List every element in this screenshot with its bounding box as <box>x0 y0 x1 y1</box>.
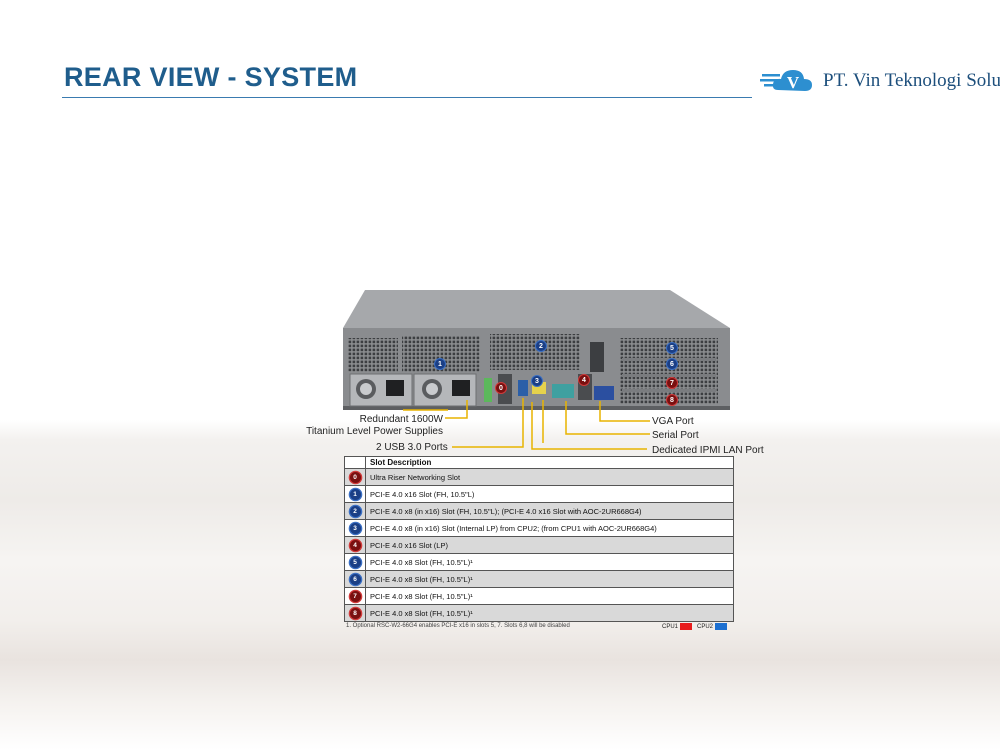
slot-number-badge: 5 <box>349 556 361 568</box>
slot-description: PCI-E 4.0 x16 Slot (FH, 10.5"L) <box>365 485 734 503</box>
slot-badge-1: 1 <box>434 358 446 370</box>
table-row: 4 PCI-E 4.0 x16 Slot (LP) <box>344 536 734 554</box>
slot-badge-7: 7 <box>666 377 678 389</box>
slot-badge-8: 8 <box>666 394 678 406</box>
slot-badge-5: 5 <box>666 342 678 354</box>
company-name: PT. Vin Teknologi Solusi <box>823 70 1000 91</box>
ipmi-label: Dedicated IPMI LAN Port <box>652 445 764 456</box>
table-row: 5 PCI-E 4.0 x8 Slot (FH, 10.5"L)¹ <box>344 553 734 571</box>
slot-description: PCI-E 4.0 x8 (in x16) Slot (FH, 10.5"L);… <box>365 502 734 520</box>
legend-cpu2-label: CPU2 <box>697 624 714 631</box>
table-row: 1 PCI-E 4.0 x16 Slot (FH, 10.5"L) <box>344 485 734 503</box>
table-row: 3 PCI-E 4.0 x8 (in x16) Slot (Internal L… <box>344 519 734 537</box>
slot-number-badge: 1 <box>349 488 361 500</box>
table-row: 6 PCI-E 4.0 x8 Slot (FH, 10.5"L)¹ <box>344 570 734 588</box>
slot-badge-3: 3 <box>531 375 543 387</box>
legend-cpu1-label: CPU1 <box>662 624 679 631</box>
usb-label: 2 USB 3.0 Ports <box>376 442 448 453</box>
slot-description: PCI-E 4.0 x8 Slot (FH, 10.5"L)¹ <box>365 587 734 605</box>
slot-description: PCI-E 4.0 x8 (in x16) Slot (Internal LP)… <box>365 519 734 537</box>
vga-label: VGA Port <box>652 416 694 427</box>
slot-number-badge: 7 <box>349 590 361 602</box>
slot-number-badge: 4 <box>349 539 361 551</box>
slot-badge-4: 4 <box>578 374 590 386</box>
slot-description: PCI-E 4.0 x8 Slot (FH, 10.5"L)¹ <box>365 604 734 622</box>
table-row: 2 PCI-E 4.0 x8 (in x16) Slot (FH, 10.5"L… <box>344 502 734 520</box>
serial-label: Serial Port <box>652 430 699 441</box>
slot-number-badge: 8 <box>349 607 361 619</box>
power-supply-label: Redundant 1600W Titanium Level Power Sup… <box>306 414 443 437</box>
slot-description: PCI-E 4.0 x8 Slot (FH, 10.5"L)¹ <box>365 553 734 571</box>
slot-number-badge: 6 <box>349 573 361 585</box>
slot-badge-2: 2 <box>535 340 547 352</box>
slot-number-badge: 3 <box>349 522 361 534</box>
slot-description: PCI-E 4.0 x16 Slot (LP) <box>365 536 734 554</box>
legend-cpu2-swatch <box>715 623 728 630</box>
slot-badge-0: 0 <box>495 382 507 394</box>
cpu-legend: CPU1 CPU2 <box>662 623 732 630</box>
slot-number-badge: 0 <box>349 471 361 483</box>
table-row: 7 PCI-E 4.0 x8 Slot (FH, 10.5"L)¹ <box>344 587 734 605</box>
slot-description: PCI-E 4.0 x8 Slot (FH, 10.5"L)¹ <box>365 570 734 588</box>
cloud-v-logo-icon: V <box>760 70 812 92</box>
legend-cpu1-swatch <box>680 623 693 630</box>
table-header-label: Slot Description <box>365 456 734 469</box>
svg-text:V: V <box>787 73 800 92</box>
table-row: 0 Ultra Riser Networking Slot <box>344 468 734 486</box>
company-logo: V PT. Vin Teknologi Solusi <box>760 60 1000 100</box>
slot-description: Ultra Riser Networking Slot <box>365 468 734 486</box>
slide-title: REAR VIEW - SYSTEM <box>64 62 358 92</box>
slot-number-badge: 2 <box>349 505 361 517</box>
title-divider <box>62 97 752 98</box>
table-header-row: Slot Description <box>344 456 734 469</box>
table-footnote: 1. Optional RSC-W2-66G4 enables PCI-E x1… <box>346 623 570 629</box>
table-row: 8 PCI-E 4.0 x8 Slot (FH, 10.5"L)¹ <box>344 604 734 622</box>
slot-badge-6: 6 <box>666 358 678 370</box>
slot-description-table: Slot Description 0 Ultra Riser Networkin… <box>344 456 734 622</box>
